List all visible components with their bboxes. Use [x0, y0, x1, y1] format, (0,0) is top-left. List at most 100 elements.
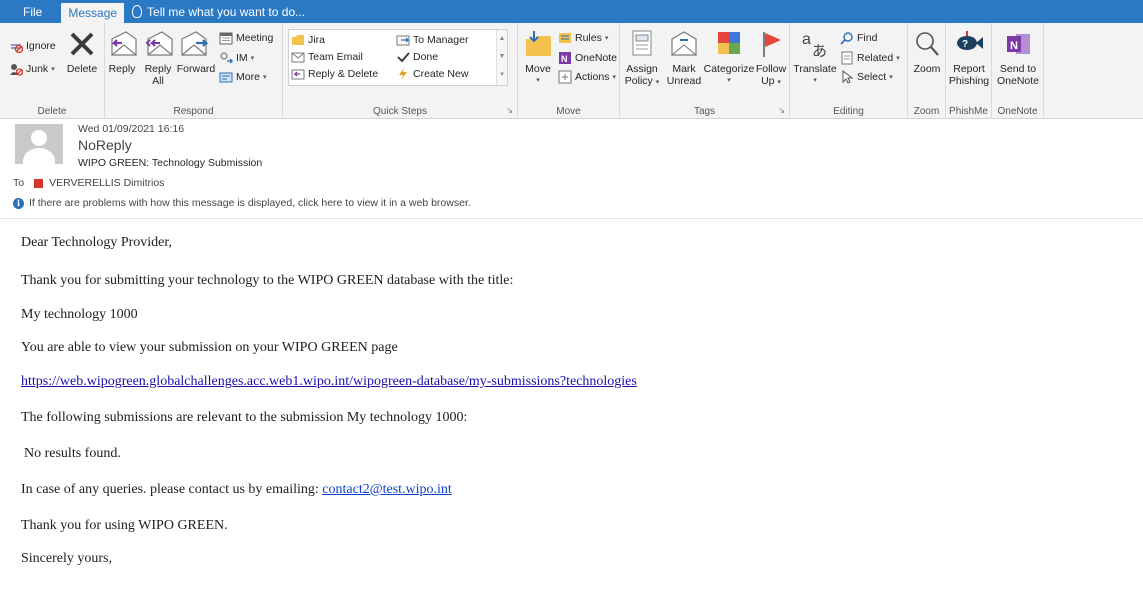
scroll-down-icon[interactable]: ▼ — [497, 48, 507, 66]
translate-button[interactable]: aあ Translate ▾ — [792, 28, 838, 87]
follow-up-button[interactable]: Follow Up ▾ — [754, 28, 788, 89]
reply-button[interactable]: Reply — [105, 28, 139, 75]
im-dropdown-icon: ▾ — [250, 55, 255, 62]
categorize-button[interactable]: Categorize ▾ — [704, 28, 754, 87]
message-subject: WIPO GREEN: Technology Submission — [78, 157, 263, 169]
delete-x-icon — [66, 28, 98, 60]
actions-dropdown-icon: ▾ — [612, 74, 616, 81]
quick-step-to-manager[interactable]: To Manager — [396, 33, 468, 47]
actions-label: Actions — [575, 71, 610, 83]
svg-text:N: N — [561, 54, 568, 64]
message-sender[interactable]: NoReply — [78, 137, 132, 153]
respond-group: Reply Reply All Forward Meeting IM ▾ Mor… — [105, 23, 283, 119]
quick-step-create-new[interactable]: Create New — [396, 67, 468, 81]
folder-icon — [291, 33, 305, 47]
delete-group: Ignore Junk ▾ Delete Delete — [0, 23, 105, 119]
junk-label: Junk — [26, 63, 49, 75]
info-bar-text: If there are problems with how this mess… — [29, 197, 471, 209]
related-dropdown-icon: ▾ — [896, 55, 900, 62]
to-label: To — [13, 177, 25, 189]
tab-message[interactable]: Message — [61, 3, 125, 23]
quick-step-jira[interactable]: Jira — [291, 33, 325, 47]
junk-button[interactable]: Junk ▾ — [9, 62, 55, 76]
editing-group: aあ Translate ▾ Find Related ▾ Select ▾ E… — [790, 23, 908, 119]
mark-unread-button[interactable]: Mark Unread — [664, 28, 704, 87]
ribbon: Ignore Junk ▾ Delete Delete Reply Reply … — [0, 23, 1143, 119]
gallery-expand-icon[interactable]: ▾ — [497, 66, 507, 84]
report-phishing-button[interactable]: ? Report Phishing — [948, 28, 990, 87]
delete-label: Delete — [66, 63, 98, 75]
reply-all-label-2: All — [152, 75, 164, 87]
reply-all-button[interactable]: Reply All — [141, 28, 175, 87]
send-to-onenote-button[interactable]: N Send to OneNote — [996, 28, 1040, 87]
rules-button[interactable]: Rules ▾ — [558, 31, 608, 45]
assign-policy-button[interactable]: Assign Policy ▾ — [622, 28, 662, 89]
translate-label: Translate — [793, 63, 837, 75]
ignore-button[interactable]: Ignore — [9, 39, 56, 53]
tab-file[interactable]: File — [0, 0, 61, 23]
onenote-group: N Send to OneNote OneNote — [992, 23, 1044, 119]
magnifier-icon — [911, 28, 943, 60]
move-button[interactable]: Move ▾ — [521, 28, 555, 87]
quick-steps-launcher-icon[interactable]: ↘ — [506, 106, 513, 115]
translate-icon: aあ — [799, 28, 831, 60]
more-respond-button[interactable]: More ▾ — [219, 70, 266, 84]
find-button[interactable]: Find — [840, 31, 877, 45]
quick-steps-scrollbar[interactable]: ▲ ▼ ▾ — [496, 30, 507, 85]
zoom-group-label: Zoom — [913, 106, 940, 117]
message-recipients: To VERVERELLIS Dimitrios — [13, 177, 164, 189]
reply-label: Reply — [108, 63, 136, 75]
tags-group-label: Tags — [693, 106, 716, 117]
quick-step-team-email[interactable]: Team Email — [291, 50, 363, 64]
submission-link-row: https://web.wipogreen.globalchallenges.a… — [21, 374, 637, 390]
contact-prefix: In case of any queries. please contact u… — [21, 482, 319, 497]
quick-step-team-email-label: Team Email — [308, 51, 363, 63]
forward-button[interactable]: Forward — [175, 28, 217, 75]
categorize-dropdown-icon: ▾ — [727, 77, 731, 84]
body-line-3: You are able to view your submission on … — [21, 340, 398, 355]
assign-policy-label-2: Policy — [624, 75, 653, 87]
assign-policy-label-1: Assign — [626, 63, 658, 75]
categorize-icon — [713, 28, 745, 60]
im-icon — [219, 51, 233, 65]
rules-label: Rules — [575, 32, 602, 44]
phish-fish-icon: ? — [953, 28, 985, 60]
tell-me-text: Tell me what you want to do... — [147, 4, 306, 19]
recipient-name[interactable]: VERVERELLIS Dimitrios — [49, 177, 164, 189]
phishme-group: ? Report Phishing PhishMe — [946, 23, 992, 119]
contact-email-link[interactable]: contact2@test.wipo.int — [322, 482, 452, 497]
mark-unread-label-1: Mark — [672, 63, 696, 75]
submission-link[interactable]: https://web.wipogreen.globalchallenges.a… — [21, 374, 637, 389]
checkmark-icon — [396, 50, 410, 64]
onenote-move-button[interactable]: N OneNote — [558, 51, 617, 65]
assign-policy-label-2-row: Policy ▾ — [625, 75, 659, 89]
delete-button[interactable]: Delete — [64, 28, 100, 75]
quick-step-reply-delete[interactable]: Reply & Delete — [291, 67, 378, 81]
tell-me-box[interactable]: Tell me what you want to do... — [124, 0, 305, 23]
im-button[interactable]: IM ▾ — [219, 51, 254, 65]
reply-all-label-1: Reply — [144, 63, 172, 75]
onenote-small-icon: N — [558, 51, 572, 65]
zoom-label: Zoom — [913, 63, 941, 75]
body-line-2: My technology 1000 — [21, 307, 138, 322]
zoom-button[interactable]: Zoom — [910, 28, 944, 75]
body-line-7: Thank you for using WIPO GREEN. — [21, 518, 228, 533]
send-to-onenote-label-2: OneNote — [996, 75, 1040, 87]
onenote-icon: N — [1002, 28, 1034, 60]
onenote-group-label: OneNote — [997, 106, 1038, 117]
scroll-up-icon[interactable]: ▲ — [497, 30, 507, 48]
more-respond-icon — [219, 70, 233, 84]
im-label: IM — [236, 52, 248, 64]
message-date: Wed 01/09/2021 16:16 — [78, 123, 185, 135]
meeting-button[interactable]: Meeting — [219, 31, 273, 45]
related-button[interactable]: Related ▾ — [840, 51, 900, 65]
related-label: Related — [857, 52, 894, 64]
tags-launcher-icon[interactable]: ↘ — [778, 106, 785, 115]
editing-group-label: Editing — [833, 106, 864, 117]
select-button[interactable]: Select ▾ — [840, 70, 893, 84]
actions-button[interactable]: Actions ▾ — [558, 70, 616, 84]
quick-step-done[interactable]: Done — [396, 50, 438, 64]
tags-group: Assign Policy ▾ Mark Unread Categorize ▾… — [620, 23, 790, 119]
search-icon — [840, 31, 854, 45]
info-bar[interactable]: i If there are problems with how this me… — [13, 197, 471, 209]
